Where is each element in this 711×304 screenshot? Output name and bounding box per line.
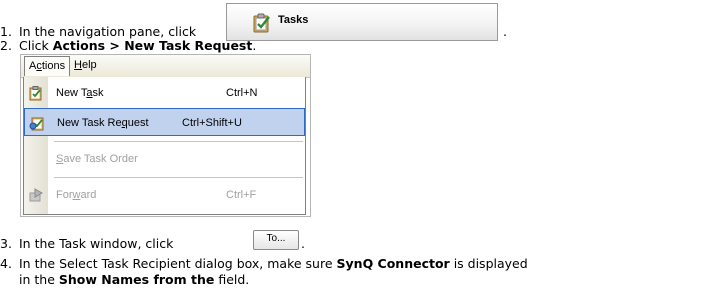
menubar: Actions Help bbox=[21, 55, 310, 78]
step-4: 4. In the Select Task Recipient dialog bo… bbox=[0, 256, 528, 272]
menu-item-new-task-label-a: New T bbox=[56, 87, 87, 99]
tasks-nav-button[interactable]: Tasks bbox=[226, 3, 498, 41]
to-button[interactable]: To... bbox=[253, 230, 299, 250]
new-task-request-icon bbox=[29, 115, 45, 131]
step-2-menu-path: Actions > New Task Request bbox=[52, 38, 253, 53]
step-1-text: In the navigation pane, click bbox=[19, 24, 197, 39]
tasks-clipboard-icon bbox=[252, 13, 272, 36]
step-3-period: . bbox=[301, 236, 305, 251]
step-2: 2. Click Actions > New Task Request. bbox=[0, 38, 256, 54]
step-4-text-d: field. bbox=[214, 272, 250, 287]
actions-menu-screenshot: Actions Help Fi New Task Ctrl+N bbox=[20, 54, 311, 217]
menu-item-save-task-order[interactable]: Save Task Order bbox=[24, 145, 305, 173]
menu-item-new-task-label: New Task bbox=[56, 87, 104, 99]
step-4-field-name: Show Names from the bbox=[58, 272, 215, 287]
step-4-text-a: In the Select Task Recipient dialog box,… bbox=[19, 256, 337, 271]
menu-actions[interactable]: Actions bbox=[24, 56, 71, 76]
menu-item-new-task-label-b: sk bbox=[92, 87, 104, 99]
step-4-text-c: in the bbox=[19, 272, 59, 287]
forward-icon bbox=[28, 187, 44, 203]
menu-item-save-task-order-label: Save Task Order bbox=[56, 153, 138, 165]
menu-item-save-task-order-label-b: ave Task Order bbox=[63, 153, 138, 165]
step-4-connector-name: SynQ Connector bbox=[336, 256, 450, 271]
menu-item-forward-shortcut: Ctrl+F bbox=[226, 189, 257, 201]
new-task-icon bbox=[28, 85, 44, 101]
menu-help-accel: H bbox=[74, 59, 82, 71]
menu-separator bbox=[54, 177, 303, 178]
step-1-period: . bbox=[503, 24, 507, 39]
step-3: 3. In the Task window, click bbox=[0, 236, 173, 252]
menu-separator bbox=[54, 141, 303, 142]
step-2-number: 2. bbox=[0, 38, 12, 53]
menu-item-new-task-request-label: New Task Request bbox=[57, 117, 149, 129]
menu-item-forward-label: Forward bbox=[56, 189, 96, 201]
menu-item-new-task-request-shortcut: Ctrl+Shift+U bbox=[182, 117, 242, 129]
menu-item-new-task-request-label-a: New Task Re bbox=[57, 117, 122, 129]
menu-item-forward-label-b: ard bbox=[80, 189, 97, 201]
step-2-prefix: Click bbox=[19, 38, 53, 53]
menu-help[interactable]: Help bbox=[74, 59, 97, 71]
menu-actions-text-b: tions bbox=[41, 60, 66, 72]
tasks-button-label: Tasks bbox=[278, 14, 309, 26]
step-3-number: 3. bbox=[0, 236, 12, 251]
step-4-number: 4. bbox=[0, 256, 12, 271]
menu-item-new-task-request-label-b: uest bbox=[127, 117, 149, 129]
menu-item-forward[interactable]: Forward Ctrl+F bbox=[24, 181, 305, 209]
actions-dropdown: New Task Ctrl+N New Task Request Ctrl+Sh… bbox=[23, 77, 306, 215]
step-3-text: In the Task window, click bbox=[19, 236, 174, 251]
step-4-line-2: in the Show Names from the field. bbox=[19, 272, 249, 288]
menu-item-forward-label-a: For bbox=[56, 189, 73, 201]
menu-item-new-task-request[interactable]: New Task Request Ctrl+Shift+U bbox=[24, 108, 305, 136]
menu-item-new-task-shortcut: Ctrl+N bbox=[226, 87, 258, 99]
step-4-text-b: is displayed bbox=[449, 256, 528, 271]
step-2-period: . bbox=[252, 38, 257, 53]
menu-help-text: elp bbox=[81, 59, 97, 71]
menu-item-new-task[interactable]: New Task Ctrl+N bbox=[24, 79, 305, 107]
